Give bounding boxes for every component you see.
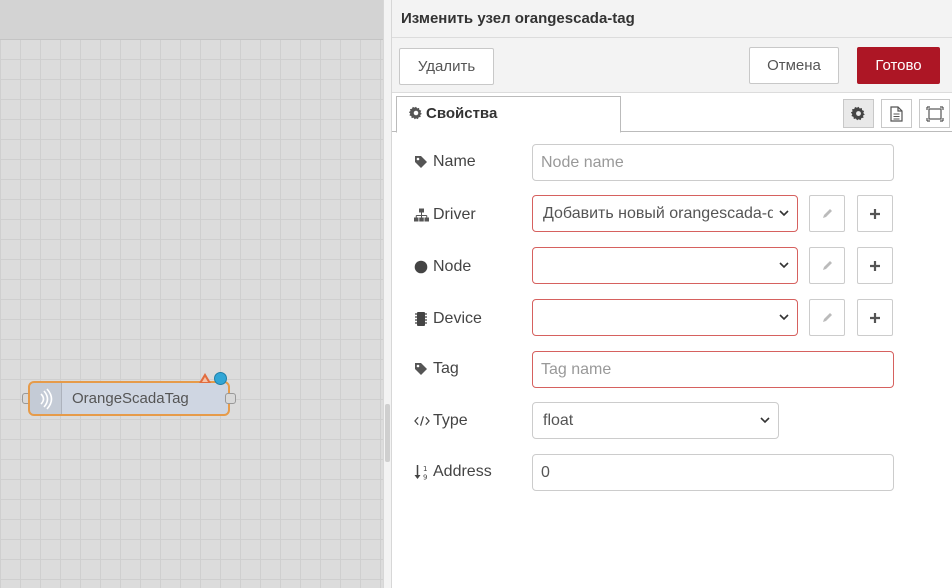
chevron-down-icon — [779, 314, 789, 321]
chip-icon — [415, 312, 427, 326]
tray-toolbar: Удалить Отмена Готово — [392, 38, 952, 93]
address-input[interactable]: 0 — [532, 454, 894, 491]
chevron-down-icon — [760, 417, 770, 424]
node-select[interactable] — [532, 247, 798, 284]
tab-settings[interactable] — [843, 99, 874, 128]
tray-tabs: Свойства — [392, 93, 952, 133]
add-node-button[interactable] — [857, 247, 893, 284]
tab-properties-label: Свойства — [426, 105, 498, 122]
pencil-icon — [822, 261, 832, 270]
tab-properties[interactable]: Свойства — [396, 96, 621, 133]
edit-tray: Изменить узел orangescada-tag Удалить От… — [392, 0, 952, 588]
plus-icon — [870, 312, 880, 323]
gear-icon — [851, 106, 865, 121]
edit-device-button[interactable] — [809, 299, 845, 336]
delete-button[interactable]: Удалить — [399, 48, 494, 85]
frame-icon — [925, 105, 944, 122]
changed-status-dot — [214, 372, 227, 385]
chevron-down-icon — [779, 210, 789, 217]
tab-description[interactable] — [881, 99, 912, 128]
panel-splitter[interactable] — [383, 0, 392, 588]
node-output-port[interactable] — [225, 393, 236, 404]
name-input[interactable]: Node name — [532, 144, 894, 181]
rss-icon — [39, 387, 52, 410]
done-button[interactable]: Готово — [857, 47, 940, 84]
tag-icon — [415, 156, 427, 168]
tab-appearance[interactable] — [919, 99, 950, 128]
edit-node-button[interactable] — [809, 247, 845, 284]
tray-title: Изменить узел orangescada-tag — [392, 0, 952, 38]
flow-node-label: OrangeScadaTag — [72, 390, 189, 407]
cancel-button[interactable]: Отмена — [749, 47, 839, 84]
sitemap-icon — [414, 208, 429, 222]
gear-icon — [409, 106, 422, 120]
device-label: Device — [414, 309, 482, 329]
plus-icon — [870, 208, 880, 219]
device-select[interactable] — [532, 299, 798, 336]
tag-label: Tag — [414, 359, 459, 379]
file-icon — [890, 105, 903, 122]
type-label: Type — [414, 411, 468, 431]
splitter-grip-handle[interactable] — [385, 404, 390, 462]
tag-input[interactable]: Tag name — [532, 351, 894, 388]
pencil-icon — [822, 313, 832, 322]
type-select[interactable]: float — [532, 402, 779, 439]
circle-icon — [414, 260, 428, 274]
warning-triangle-icon — [199, 373, 211, 383]
pencil-icon — [822, 209, 832, 218]
sort-numeric-icon: 19 — [414, 464, 427, 481]
node-label: Node — [414, 257, 471, 277]
edit-driver-button[interactable] — [809, 195, 845, 232]
name-label: Name — [414, 152, 476, 172]
chevron-down-icon — [779, 262, 789, 269]
add-device-button[interactable] — [857, 299, 893, 336]
flow-node-orangescada-tag[interactable]: OrangeScadaTag — [28, 381, 230, 416]
svg-text:9: 9 — [423, 473, 427, 481]
driver-label: Driver — [414, 205, 476, 225]
svg-text:1: 1 — [423, 465, 427, 473]
add-driver-button[interactable] — [857, 195, 893, 232]
workspace-tab-bar — [0, 0, 383, 40]
tag-icon — [415, 363, 427, 375]
plus-icon — [870, 260, 880, 271]
address-label: 19 Address — [414, 462, 492, 482]
flow-workspace[interactable]: OrangeScadaTag — [0, 0, 383, 588]
code-icon — [414, 416, 430, 426]
driver-select[interactable]: Добавить новый orangescada-driver... — [532, 195, 798, 232]
node-icon-area — [30, 383, 62, 414]
